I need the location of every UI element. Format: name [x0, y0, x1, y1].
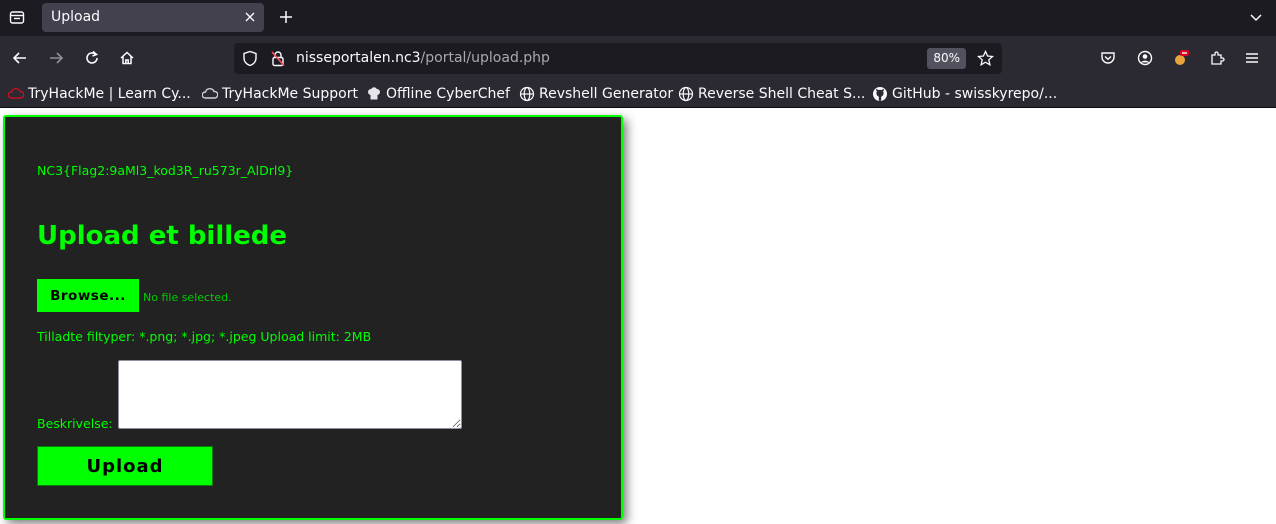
page-title: Upload et billede [37, 221, 288, 251]
active-tab[interactable]: Upload [42, 3, 264, 32]
tab-title: Upload [51, 9, 101, 25]
page-content: NC3{Flag2:9aMl3_kod3R_ru573r_AlDrl9} Upl… [0, 108, 1276, 524]
bookmark-tryhackme-support[interactable]: TryHackMe Support [202, 84, 358, 104]
forward-arrow-icon[interactable] [44, 46, 68, 70]
upload-panel: NC3{Flag2:9aMl3_kod3R_ru573r_AlDrl9} Upl… [3, 115, 623, 520]
url-bar[interactable]: nisseportalen.nc3/portal/upload.php 80% [234, 43, 1002, 74]
bookmark-label: Revshell Generator [539, 86, 674, 102]
globe-icon [678, 86, 694, 102]
account-icon[interactable] [1133, 46, 1157, 70]
bookmarks-toolbar: TryHackMe | Learn Cy... TryHackMe Suppor… [0, 80, 1276, 108]
extensions-puzzle-icon[interactable] [1205, 46, 1229, 70]
url-host: nisseportalen.nc3 [296, 50, 421, 66]
allowed-filetypes-text: Tilladte filtyper: *.png; *.jpg; *.jpeg … [37, 329, 372, 344]
tab-list-icon[interactable] [4, 4, 30, 30]
bookmark-label: TryHackMe Support [222, 86, 358, 102]
bookmark-label: GitHub - swisskyrepo/... [892, 86, 1058, 102]
star-icon[interactable] [976, 49, 995, 71]
bookmark-reverse-shell-cheat-sheet[interactable]: Reverse Shell Cheat S... [678, 84, 865, 104]
plus-icon[interactable] [275, 6, 297, 28]
reload-icon[interactable] [80, 46, 104, 70]
chef-hat-icon [366, 86, 382, 102]
description-label: Beskrivelse: [37, 416, 113, 431]
bookmark-label: Reverse Shell Cheat S... [698, 86, 866, 102]
tab-strip: Upload [0, 0, 1276, 36]
flag-text: NC3{Flag2:9aMl3_kod3R_ru573r_AlDrl9} [37, 163, 294, 178]
url-text[interactable]: nisseportalen.nc3/portal/upload.php [296, 50, 550, 66]
pocket-icon[interactable] [1096, 46, 1120, 70]
bookmark-github-swisskyrepo[interactable]: GitHub - swisskyrepo/... [872, 84, 1057, 104]
browse-file-button[interactable]: Browse... [37, 279, 139, 312]
bookmark-label: TryHackMe | Learn Cy... [28, 86, 191, 102]
navigation-toolbar: nisseportalen.nc3/portal/upload.php 80% [0, 36, 1276, 80]
tryhackme-icon [8, 86, 24, 102]
url-path: /portal/upload.php [420, 50, 550, 66]
cloud-icon [202, 86, 218, 102]
back-arrow-icon[interactable] [8, 46, 32, 70]
menu-hamburger-icon[interactable] [1240, 46, 1264, 70]
shield-icon[interactable] [242, 50, 258, 71]
insecure-lock-icon[interactable] [270, 50, 286, 71]
zoom-level-badge[interactable]: 80% [927, 48, 966, 69]
chevron-down-icon[interactable] [1246, 7, 1266, 27]
upload-button[interactable]: Upload [37, 446, 213, 486]
bookmark-label: Offline CyberChef [386, 86, 510, 102]
description-textarea[interactable] [118, 360, 462, 429]
extension-badge-icon[interactable] [1169, 46, 1193, 70]
bookmark-offline-cyberchef[interactable]: Offline CyberChef [366, 84, 510, 104]
file-status-text: No file selected. [143, 291, 232, 304]
globe-icon [519, 86, 535, 102]
close-icon[interactable] [242, 9, 258, 25]
home-icon[interactable] [115, 46, 139, 70]
github-icon [872, 86, 888, 102]
bookmark-revshell-generator[interactable]: Revshell Generator [519, 84, 673, 104]
bookmark-tryhackme[interactable]: TryHackMe | Learn Cy... [8, 84, 191, 104]
